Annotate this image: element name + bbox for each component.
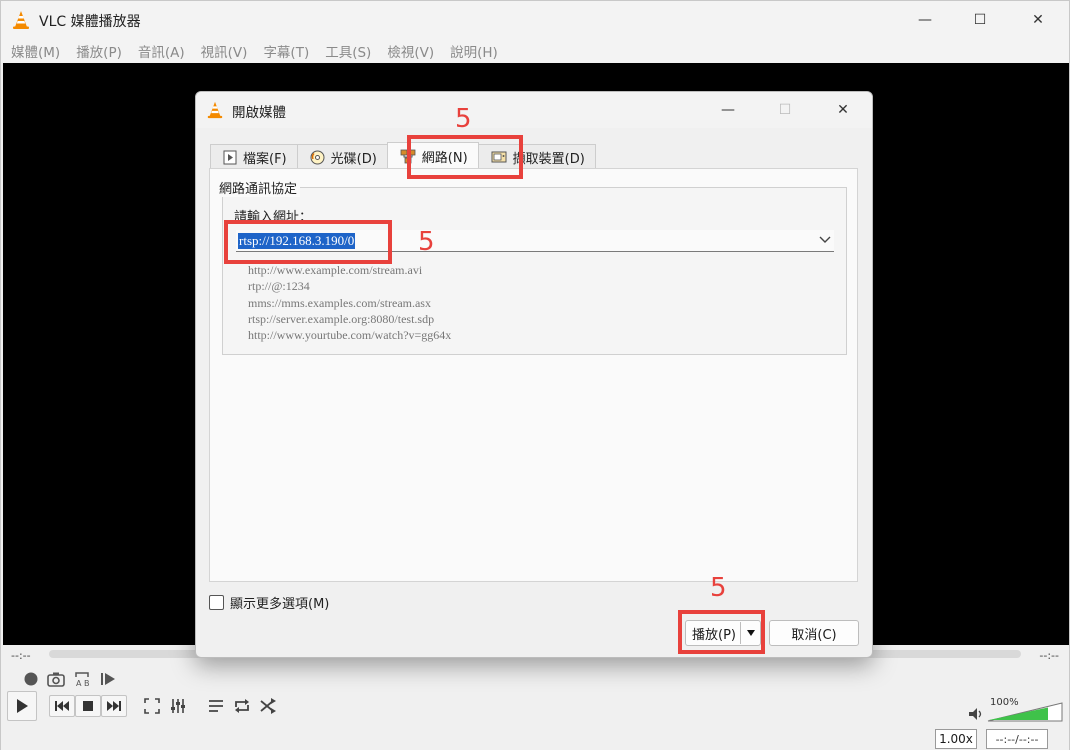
url-example: http://www.example.com/stream.avi [248,263,423,277]
main-window-title: VLC 媒體播放器 [39,14,141,30]
tab-disc[interactable]: 光碟(D) [296,144,388,169]
menu-media[interactable]: 媒體(M) [11,41,60,61]
previous-icon[interactable] [49,695,75,717]
url-examples: http://www.example.com/stream.avi rtp://… [248,262,451,343]
minimize-button[interactable]: — [896,1,954,39]
tab-capture-device-label: 擷取裝置(D) [512,151,585,167]
time-display[interactable]: --:--/--:-- [986,729,1048,749]
loop-icon[interactable] [229,695,255,717]
maximize-button[interactable]: ☐ [951,1,1009,39]
tab-file-label: 檔案(F) [243,151,287,167]
url-example: rtp://@:1234 [248,279,310,294]
tab-disc-label: 光碟(D) [330,151,377,167]
tab-file[interactable]: 檔案(F) [210,144,298,169]
menu-tools[interactable]: 工具(S) [325,41,371,61]
dialog-titlebar: 開啟媒體 — ☐ ✕ [196,92,872,128]
speaker-icon[interactable] [968,707,984,721]
main-titlebar: VLC 媒體播放器 — ☐ ✕ [1,1,1069,39]
vlc-cone-icon [207,101,223,119]
annotation-box-play [678,610,765,654]
url-example: mms://mms.examples.com/stream.asx [248,295,431,310]
menu-video[interactable]: 視訊(V) [201,41,248,61]
fullscreen-icon[interactable] [139,695,165,717]
menu-view[interactable]: 檢視(V) [387,41,434,61]
ab-loop-icon[interactable]: A B [71,668,93,690]
annotation-box-url [224,220,392,264]
menu-help[interactable]: 說明(H) [450,41,498,61]
cancel-button[interactable]: 取消(C) [769,620,859,646]
menu-subtitle[interactable]: 字幕(T) [263,41,309,61]
network-protocol-title: 網路通訊協定 [216,178,301,197]
dialog-close-button[interactable]: ✕ [814,92,872,128]
playlist-icon[interactable] [203,695,229,717]
volume-control[interactable]: 100% [966,697,1066,723]
show-more-options-label: 顯示更多選項(M) [230,597,330,612]
svg-text:A B: A B [76,679,90,688]
disc-icon [310,150,325,165]
open-media-dialog: 開啟媒體 — ☐ ✕ 檔案(F) 光碟(D) 網路(N) 擷取裝置(D) 網路通… [195,91,873,658]
media-source-tabs: 檔案(F) 光碟(D) 網路(N) 擷取裝置(D) [210,142,596,169]
show-more-options[interactable]: 顯示更多選項(M) [209,593,329,612]
dialog-title: 開啟媒體 [232,105,286,121]
extended-settings-icon[interactable] [165,695,191,717]
play-button[interactable] [7,691,37,721]
shuffle-icon[interactable] [255,695,281,717]
close-button[interactable]: ✕ [1009,1,1067,39]
control-bar: --:-- --:-- A B 100% 1.00x --:--/--:-- [1,645,1069,750]
record-icon[interactable] [20,668,42,690]
snapshot-icon[interactable] [45,668,67,690]
stop-icon[interactable] [75,695,101,717]
file-play-icon [223,150,237,165]
menubar: 媒體(M) 播放(P) 音訊(A) 視訊(V) 字幕(T) 工具(S) 檢視(V… [1,39,1069,63]
menu-audio[interactable]: 音訊(A) [138,41,185,61]
chevron-down-icon[interactable] [818,232,832,246]
annotation-number: 5 [455,104,472,134]
vlc-cone-icon [13,11,29,29]
annotation-number: 5 [418,227,435,257]
url-example: rtsp://server.example.org:8080/test.sdp [248,311,435,326]
elapsed-time: --:-- [11,649,31,662]
dialog-maximize-button[interactable]: ☐ [756,92,814,128]
volume-slider[interactable] [986,701,1064,723]
dialog-minimize-button[interactable]: — [699,92,757,128]
playback-speed[interactable]: 1.00x [935,729,977,749]
annotation-box-network-tab [407,135,523,179]
total-time: --:-- [1039,649,1059,662]
url-example: http://www.yourtube.com/watch?v=gg64x [248,328,452,343]
frame-step-icon[interactable] [97,668,119,690]
next-icon[interactable] [101,695,127,717]
annotation-number: 5 [710,573,727,603]
menu-playback[interactable]: 播放(P) [76,41,122,61]
show-more-options-checkbox[interactable] [209,595,224,610]
